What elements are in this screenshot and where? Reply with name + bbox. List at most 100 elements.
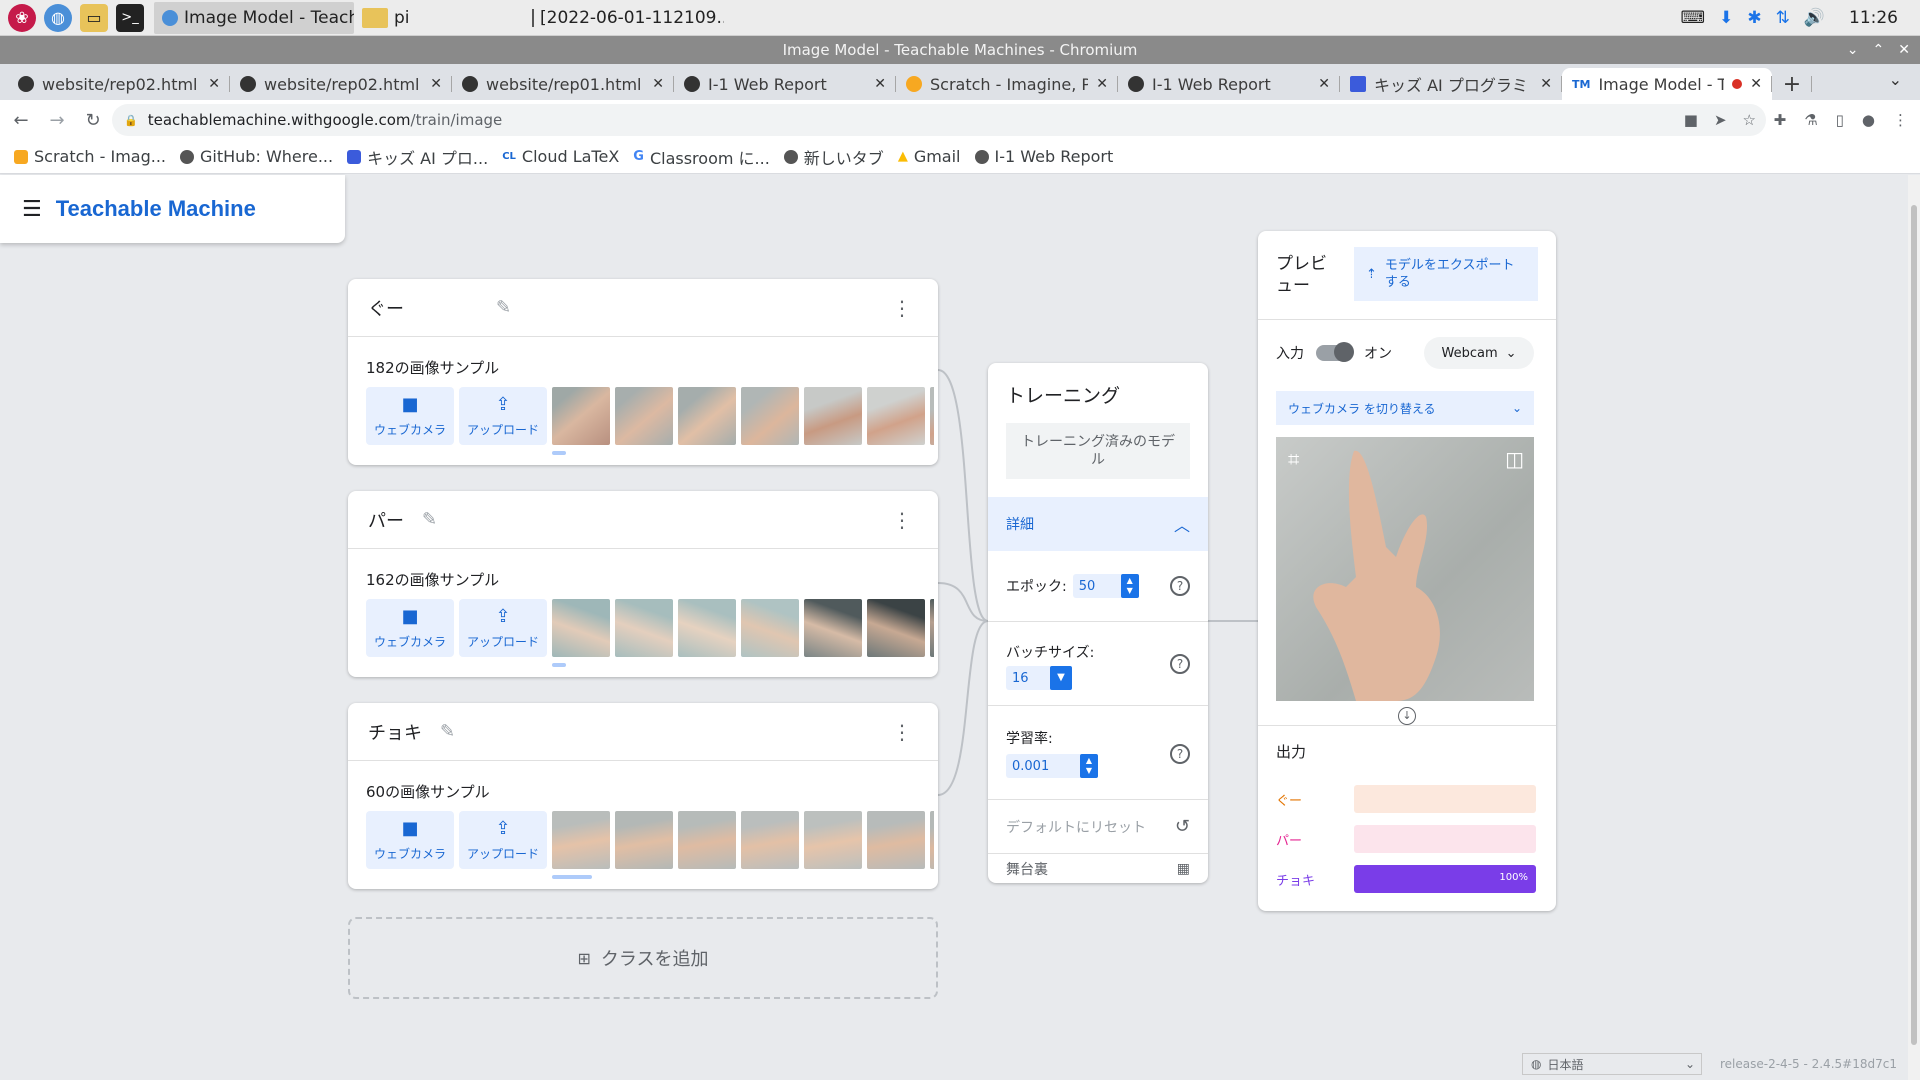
bluetooth-icon[interactable]: ✱ bbox=[1747, 8, 1761, 28]
profile-icon[interactable]: ● bbox=[1862, 111, 1875, 129]
forward-icon[interactable]: → bbox=[42, 105, 72, 135]
sample-thumbnail[interactable] bbox=[678, 599, 736, 657]
tab-close-icon[interactable]: ✕ bbox=[1540, 76, 1552, 92]
upload-button[interactable]: ⇪ アップロード bbox=[459, 599, 547, 657]
tab-kids-ai[interactable]: キッズ AI プログラミ ✕ bbox=[1340, 68, 1562, 100]
language-select[interactable]: ◍ 日本語 ⌄ bbox=[1522, 1053, 1702, 1075]
tab-github-rep01[interactable]: website/rep01.html at ✕ bbox=[452, 68, 674, 100]
crop-icon[interactable]: ⌗ bbox=[1288, 447, 1299, 471]
export-model-button[interactable]: ⇡ モデルをエクスポートする bbox=[1354, 247, 1538, 301]
edit-pencil-icon[interactable]: ✎ bbox=[440, 721, 455, 742]
input-toggle[interactable] bbox=[1316, 342, 1354, 362]
help-icon[interactable]: ? bbox=[1170, 654, 1190, 674]
sample-thumbnail[interactable] bbox=[930, 599, 934, 657]
help-icon[interactable]: ? bbox=[1170, 576, 1190, 596]
lab-icon[interactable]: ⚗ bbox=[1804, 111, 1817, 129]
more-options-icon[interactable]: ⋮ bbox=[892, 720, 912, 744]
tab-close-icon[interactable]: ✕ bbox=[652, 76, 664, 92]
bookmark-new-tab[interactable]: 新しいタブ bbox=[783, 145, 884, 169]
sample-thumbnail[interactable] bbox=[804, 599, 862, 657]
bookmark-gmail[interactable]: ▲ Gmail bbox=[898, 147, 961, 166]
reset-defaults-row[interactable]: デフォルトにリセット ↺ bbox=[988, 799, 1208, 853]
side-panel-icon[interactable]: ▯ bbox=[1836, 111, 1844, 129]
back-icon[interactable]: ← bbox=[6, 105, 36, 135]
task-chromium[interactable]: Image Model - Teach... bbox=[154, 1, 354, 34]
app-logo[interactable]: Teachable Machine bbox=[56, 196, 256, 222]
tab-close-icon[interactable]: ✕ bbox=[208, 76, 220, 92]
sample-thumbnail[interactable] bbox=[615, 387, 673, 445]
sample-thumbnail[interactable] bbox=[804, 387, 862, 445]
sample-thumbnail[interactable] bbox=[741, 811, 799, 869]
bookmark-classroom[interactable]: G Classroom に... bbox=[633, 145, 770, 169]
learning-rate-input[interactable]: 0.001 ▲ ▼ bbox=[1006, 754, 1098, 778]
sample-thumbnail[interactable] bbox=[678, 387, 736, 445]
maximize-icon[interactable]: ⌃ bbox=[1873, 36, 1885, 64]
reload-icon[interactable]: ↻ bbox=[78, 105, 108, 135]
train-model-button[interactable]: トレーニング済みのモデル bbox=[1006, 423, 1190, 479]
sample-thumbnail[interactable] bbox=[552, 599, 610, 657]
switch-webcam-dropdown[interactable]: ウェブカメラ を切り替える ⌄ bbox=[1276, 391, 1534, 425]
tab-close-icon[interactable]: ✕ bbox=[874, 76, 886, 92]
tab-web-report[interactable]: I-1 Web Report ✕ bbox=[674, 68, 896, 100]
sample-scroll-indicator[interactable] bbox=[552, 875, 592, 879]
more-options-icon[interactable]: ⋮ bbox=[892, 296, 912, 320]
edit-pencil-icon[interactable]: ✎ bbox=[496, 297, 511, 318]
address-bar[interactable]: 🔒 teachablemachine.withgoogle.com/train/… bbox=[112, 104, 1766, 136]
batch-size-select[interactable]: 16 ▼ bbox=[1006, 666, 1072, 690]
source-select[interactable]: Webcam ⌄ bbox=[1424, 337, 1534, 369]
bookmark-star-icon[interactable]: ☆ bbox=[1743, 111, 1756, 129]
sample-thumbnail[interactable] bbox=[552, 811, 610, 869]
new-tab-button[interactable]: + bbox=[1772, 68, 1812, 100]
tab-github-rep02b[interactable]: website/rep02.html at ✕ bbox=[230, 68, 452, 100]
sample-scroll-indicator[interactable] bbox=[552, 663, 566, 667]
dropdown-icon[interactable]: ▼ bbox=[1050, 666, 1072, 690]
sample-thumbnail[interactable] bbox=[867, 599, 925, 657]
sample-thumbnail[interactable] bbox=[678, 811, 736, 869]
tab-close-icon[interactable]: ✕ bbox=[1318, 76, 1330, 92]
task-image-viewer[interactable]: [2022-06-01-112109... bbox=[524, 2, 724, 34]
scrollbar-thumb[interactable] bbox=[1911, 205, 1917, 1045]
class-name[interactable]: ぐー bbox=[368, 295, 404, 321]
bookmark-scratch[interactable]: Scratch - Imag... bbox=[14, 147, 166, 166]
browser-launcher-icon[interactable]: ◍ bbox=[44, 3, 72, 32]
sample-thumbnail[interactable] bbox=[741, 599, 799, 657]
network-icon[interactable]: ⇅ bbox=[1776, 8, 1790, 28]
sample-thumbnail[interactable] bbox=[804, 811, 862, 869]
tab-close-icon[interactable]: ✕ bbox=[1096, 76, 1108, 92]
bookmark-kids-ai[interactable]: キッズ AI プロ... bbox=[347, 145, 488, 169]
bookmark-cloud-latex[interactable]: CL Cloud LaTeX bbox=[502, 147, 619, 166]
class-name[interactable]: チョキ bbox=[368, 719, 422, 745]
bookmark-web-report[interactable]: I-1 Web Report bbox=[974, 147, 1113, 166]
webcam-button[interactable]: ■ ウェブカメラ bbox=[366, 811, 454, 869]
tab-scratch[interactable]: Scratch - Imagine, Pro ✕ bbox=[896, 68, 1118, 100]
sample-scroll-indicator[interactable] bbox=[552, 451, 566, 455]
help-icon[interactable]: ? bbox=[1170, 744, 1190, 764]
sample-thumbnail[interactable] bbox=[930, 811, 934, 869]
sample-thumbnail[interactable] bbox=[552, 387, 610, 445]
sample-thumbnail[interactable] bbox=[930, 387, 934, 445]
upload-button[interactable]: ⇪ アップロード bbox=[459, 811, 547, 869]
tab-close-icon[interactable]: ✕ bbox=[1750, 76, 1762, 92]
flip-icon[interactable]: ◫ bbox=[1505, 447, 1524, 471]
keyboard-icon[interactable]: ⌨ bbox=[1681, 8, 1706, 28]
send-icon[interactable]: ➤ bbox=[1714, 111, 1727, 129]
file-manager-icon[interactable]: ▭ bbox=[80, 3, 108, 32]
hamburger-menu-icon[interactable]: ☰ bbox=[22, 197, 42, 222]
terminal-icon[interactable]: >_ bbox=[116, 3, 144, 32]
page-scrollbar[interactable] bbox=[1908, 175, 1920, 1080]
spinner-icon[interactable]: ▲ ▼ bbox=[1120, 574, 1139, 598]
webcam-button[interactable]: ■ ウェブカメラ bbox=[366, 599, 454, 657]
raspberry-menu-icon[interactable]: ❀ bbox=[8, 3, 36, 32]
tab-web-report-2[interactable]: I-1 Web Report ✕ bbox=[1118, 68, 1340, 100]
sample-thumbnail[interactable] bbox=[615, 811, 673, 869]
sample-thumbnail[interactable] bbox=[867, 811, 925, 869]
sample-thumbnail[interactable] bbox=[867, 387, 925, 445]
camera-in-use-icon[interactable]: ■ bbox=[1684, 111, 1698, 129]
sample-thumbnail[interactable] bbox=[741, 387, 799, 445]
bookmark-github[interactable]: GitHub: Where... bbox=[180, 147, 333, 166]
tab-teachable-machine[interactable]: TM Image Model - Tea ✕ bbox=[1562, 68, 1772, 100]
minimize-icon[interactable]: ⌄ bbox=[1847, 36, 1859, 64]
edit-pencil-icon[interactable]: ✎ bbox=[422, 509, 437, 530]
add-class-button[interactable]: ⊞ クラスを追加 bbox=[348, 917, 938, 999]
under-the-hood-row[interactable]: 舞台裏 ▦ bbox=[988, 853, 1208, 883]
